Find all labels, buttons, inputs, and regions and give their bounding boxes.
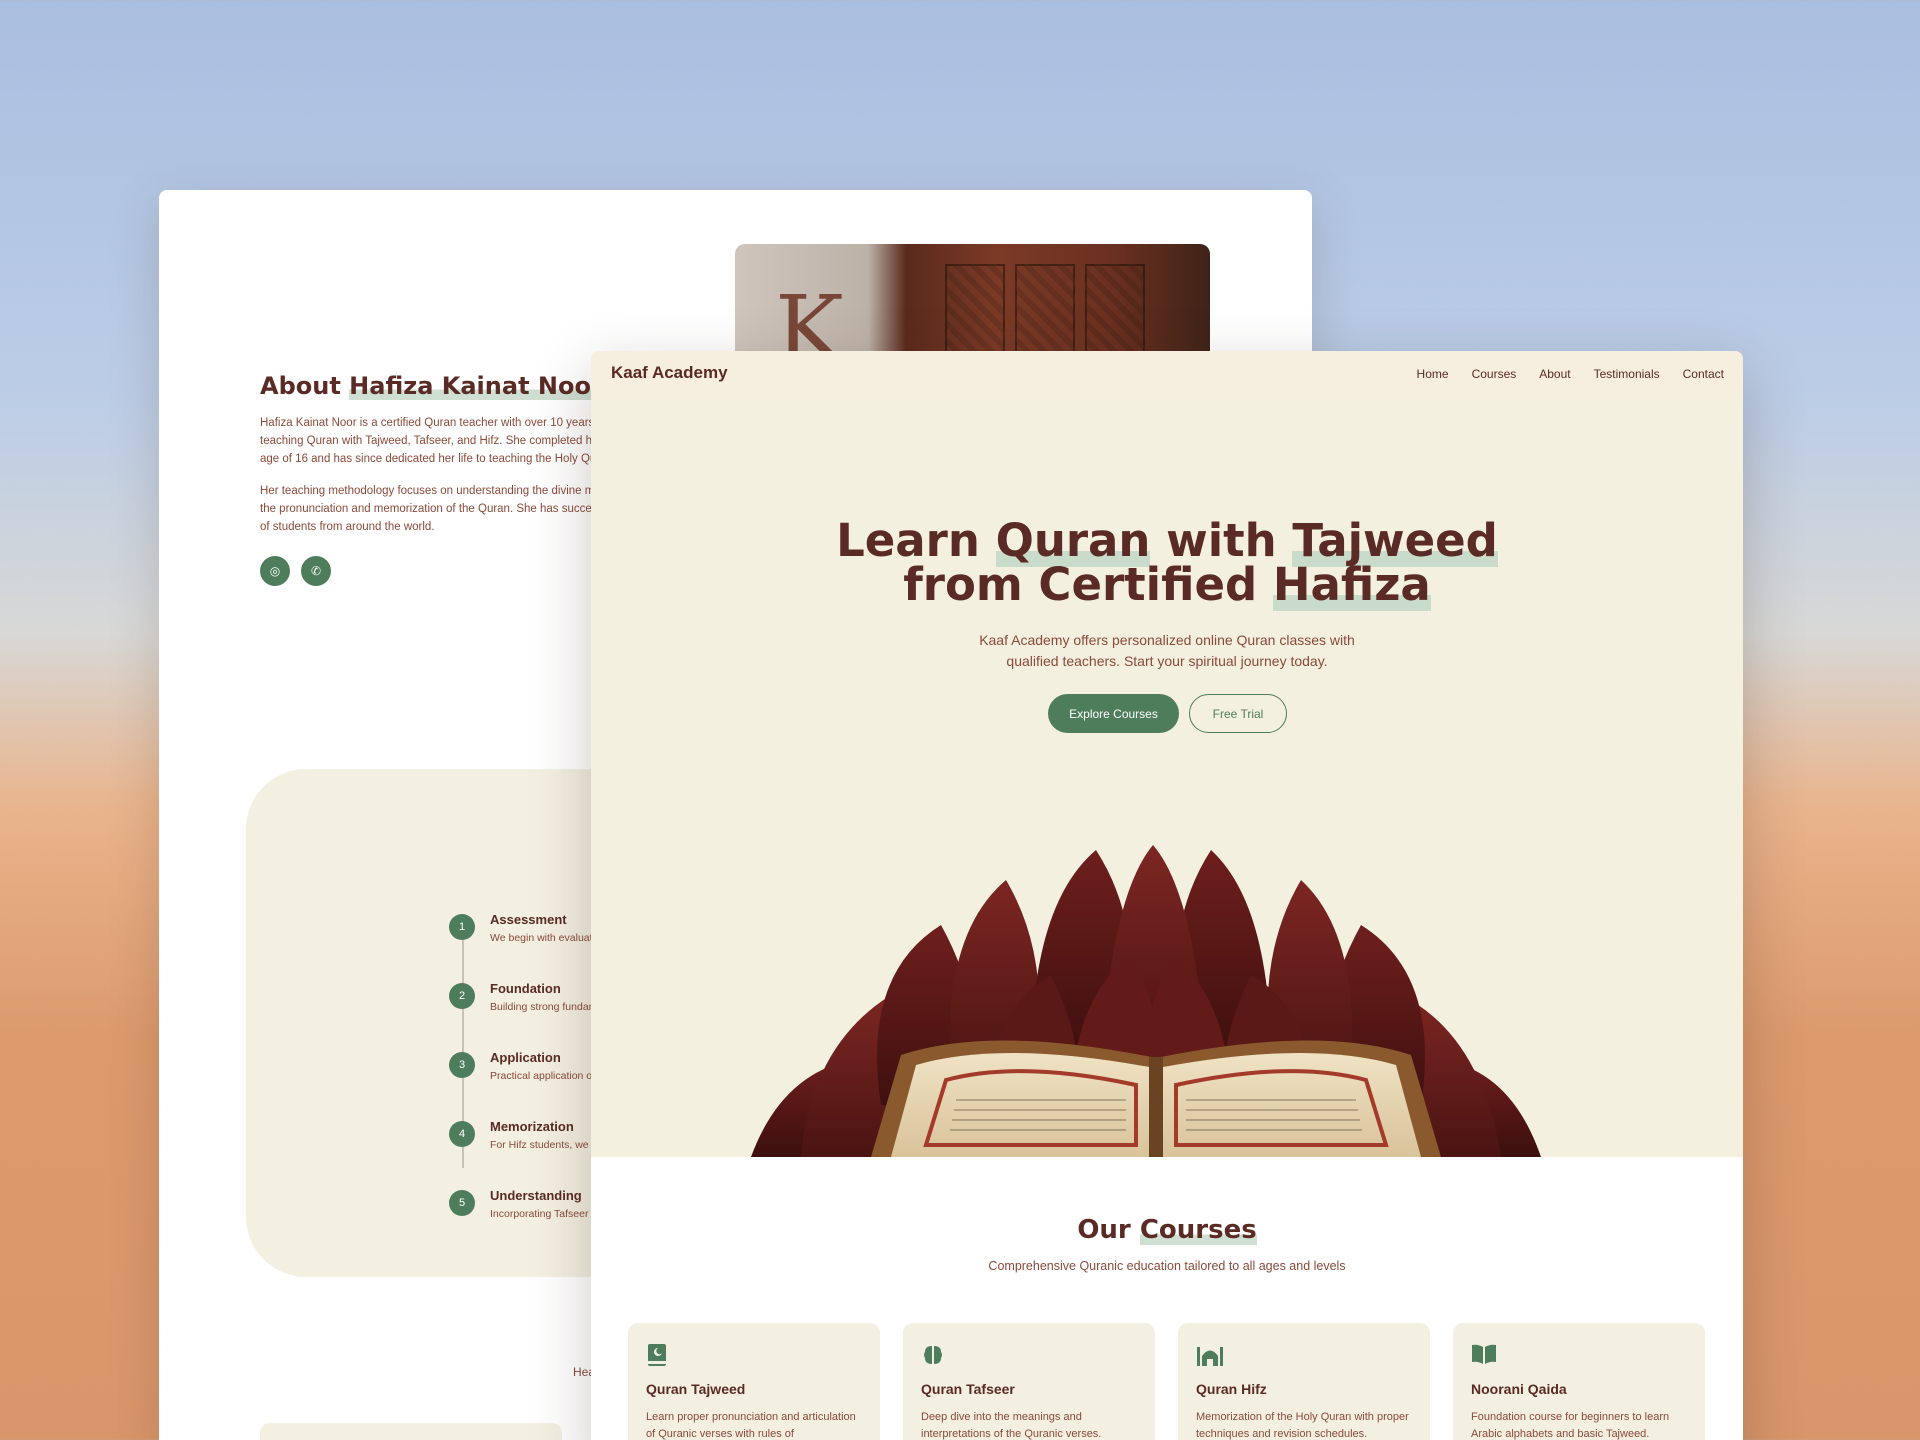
course-description: Memorization of the Holy Quran with prop… [1196, 1411, 1409, 1440]
step-title: Foundation [490, 981, 561, 996]
hero-title: Learn Quran with Tajweed from Certified … [591, 514, 1743, 611]
step-description: Practical application of [490, 1070, 596, 1082]
free-trial-button[interactable]: Free Trial [1189, 694, 1287, 733]
step-title: Understanding [490, 1188, 582, 1203]
courses-title-highlight: Courses [1139, 1215, 1257, 1245]
mosque-icon [1197, 1347, 1223, 1366]
whatsapp-button[interactable]: ✆ [301, 556, 331, 586]
step-number: 3 [449, 1052, 475, 1078]
step-number: 1 [449, 914, 475, 940]
door-panel [945, 264, 1005, 364]
step-title: Memorization [490, 1119, 574, 1134]
hero-subtitle: Kaaf Academy offers personalized online … [979, 632, 1355, 669]
course-title: Quran Tafseer [921, 1381, 1015, 1397]
brain-icon [924, 1346, 942, 1364]
step-description: Incorporating Tafseer t [490, 1208, 595, 1220]
door-panel [1085, 264, 1145, 364]
course-description: Deep dive into the meanings and interpre… [921, 1411, 1102, 1440]
step-title: Application [490, 1050, 561, 1065]
whatsapp-icon: ✆ [310, 564, 322, 578]
step-title: Assessment [490, 912, 567, 927]
course-title: Quran Tajweed [646, 1381, 746, 1397]
about-title: About Hafiza Kainat Noor [260, 372, 603, 400]
home-page-window: Kaaf Academy Home Courses About Testimon… [591, 351, 1743, 1440]
course-card-tajweed[interactable]: Quran Tajweed Learn proper pronunciation… [628, 1323, 880, 1440]
instagram-button[interactable]: ◎ [260, 556, 290, 586]
nav-links: Home Courses About Testimonials Contact [1417, 367, 1724, 381]
step-description: Building strong fundam [490, 1001, 598, 1013]
nav-courses[interactable]: Courses [1472, 367, 1517, 381]
step-description: For Hifz students, we in [490, 1139, 600, 1151]
hero-title-line-1: Learn Quran with Tajweed [591, 514, 1743, 567]
teacher-room-photo: K [735, 244, 1210, 364]
step-number: 5 [449, 1190, 475, 1216]
nav-testimonials[interactable]: Testimonials [1594, 367, 1660, 381]
navbar: Kaaf Academy Home Courses About Testimon… [591, 351, 1743, 399]
course-card-tafseer[interactable]: Quran Tafseer Deep dive into the meaning… [903, 1323, 1155, 1440]
step-number: 4 [449, 1121, 475, 1147]
explore-courses-button[interactable]: Explore Courses [1048, 694, 1179, 733]
courses-section: Our Courses Comprehensive Quranic educat… [591, 1157, 1743, 1440]
back-card [260, 1423, 562, 1440]
step-description: We begin with evaluati [490, 932, 595, 944]
course-title: Noorani Qaida [1471, 1381, 1567, 1397]
quran-lotus-illustration [751, 845, 1541, 1157]
nav-about[interactable]: About [1539, 367, 1570, 381]
course-description: Foundation course for beginners to learn… [1471, 1411, 1670, 1440]
quran-book-icon [648, 1344, 666, 1366]
hero-title-text: from Certified [903, 558, 1273, 611]
step-number: 2 [449, 983, 475, 1009]
courses-title-text: Our [1077, 1215, 1140, 1245]
course-card-noorani-qaida[interactable]: Noorani Qaida Foundation course for begi… [1453, 1323, 1705, 1440]
courses-title: Our Courses [591, 1215, 1743, 1245]
course-card-hifz[interactable]: Quran Hifz Memorization of the Holy Qura… [1178, 1323, 1430, 1440]
hero-title-line-2: from Certified Hafiza [591, 558, 1743, 611]
brand-logo[interactable]: Kaaf Academy [611, 363, 728, 383]
nav-home[interactable]: Home [1417, 367, 1449, 381]
hero-title-highlight: Hafiza [1272, 558, 1431, 611]
course-title: Quran Hifz [1196, 1381, 1267, 1397]
courses-subtitle: Comprehensive Quranic education tailored… [988, 1259, 1346, 1273]
nav-contact[interactable]: Contact [1683, 367, 1724, 381]
about-title-name: Hafiza Kainat Noor [349, 372, 603, 400]
course-description: Learn proper pronunciation and articulat… [646, 1411, 856, 1440]
open-quran-book [871, 1040, 1441, 1157]
about-title-prefix: About [260, 372, 341, 400]
open-book-icon [1472, 1344, 1496, 1364]
door-panel [1015, 264, 1075, 364]
instagram-icon: ◎ [269, 564, 281, 578]
